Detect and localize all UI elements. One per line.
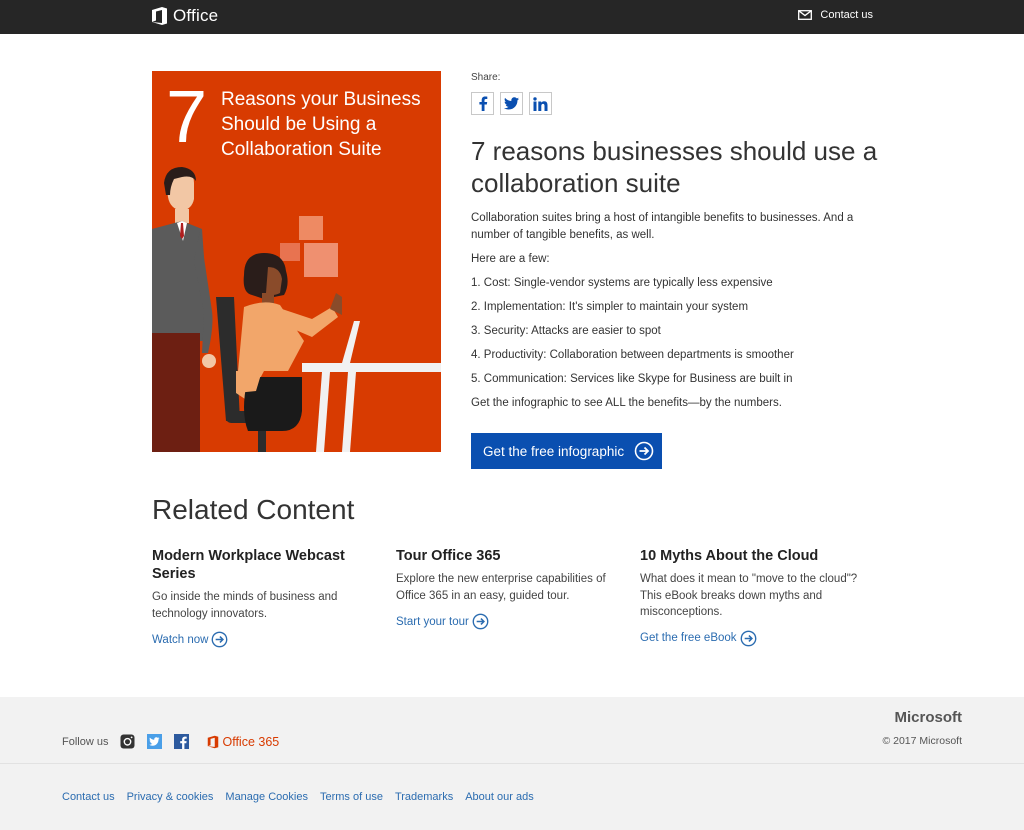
office-logo-icon	[151, 6, 168, 26]
hero-infographic-cover: 7 Reasons your Business Should be Using …	[152, 71, 441, 452]
office365-link[interactable]: Office 365	[207, 735, 279, 749]
card-title: Modern Workplace Webcast Series	[152, 548, 345, 582]
follow-us-label: Follow us	[62, 735, 109, 748]
linkedin-share-button[interactable]	[529, 92, 552, 115]
related-card: Tour Office 365 Explore the new enterpri…	[396, 547, 628, 630]
related-card: Modern Workplace Webcast Series Go insid…	[152, 547, 384, 648]
benefit-item: 2. Implementation: It's simpler to maint…	[471, 301, 749, 313]
twitter-icon	[504, 97, 519, 110]
footer-link-contact[interactable]: Contact us	[62, 791, 115, 803]
footer-link-terms[interactable]: Terms of use	[320, 791, 383, 803]
follow-us: Follow us Office 365	[62, 734, 279, 749]
get-infographic-button[interactable]: Get the free infographic	[471, 433, 662, 469]
share-label: Share:	[471, 72, 501, 83]
facebook-icon[interactable]	[174, 734, 190, 749]
arrow-circle-icon	[634, 441, 654, 461]
article-headline: 7 reasons businesses should use a collab…	[471, 136, 878, 198]
benefit-item: 4. Productivity: Collaboration between d…	[471, 349, 794, 361]
office-logo-icon	[207, 735, 219, 749]
card-title: 10 Myths About the Cloud	[640, 548, 819, 564]
footer-links-bar: Contact us Privacy & cookies Manage Cook…	[0, 763, 1024, 830]
card-title: Tour Office 365	[396, 548, 501, 564]
office365-label: Office 365	[222, 734, 280, 749]
footer-link-manage-cookies[interactable]: Manage Cookies	[225, 791, 308, 803]
get-ebook-link[interactable]: Get the free eBook	[640, 630, 757, 647]
footer-link-about-ads[interactable]: About our ads	[465, 791, 534, 803]
instagram-icon[interactable]	[120, 734, 135, 749]
twitter-icon[interactable]	[147, 734, 163, 749]
card-description: Go inside the minds of business and tech…	[152, 591, 338, 620]
arrow-circle-icon	[211, 631, 228, 648]
linkedin-icon	[533, 96, 548, 111]
card-description: Explore the new enterprise capabilities …	[396, 573, 606, 602]
footer-link-trademarks[interactable]: Trademarks	[395, 791, 453, 803]
arrow-circle-icon	[472, 613, 489, 630]
footer-links: Contact us Privacy & cookies Manage Cook…	[62, 791, 534, 803]
card-description: What does it mean to "move to the cloud"…	[640, 573, 858, 618]
share-buttons	[471, 92, 552, 115]
article-intro: Collaboration suites bring a host of int…	[471, 212, 854, 241]
facebook-icon	[478, 96, 488, 111]
card-link-label: Get the free eBook	[640, 632, 737, 644]
article-here: Here are a few:	[471, 253, 550, 265]
footer-link-privacy[interactable]: Privacy & cookies	[127, 791, 214, 803]
card-link-label: Start your tour	[396, 615, 469, 628]
twitter-share-button[interactable]	[500, 92, 523, 115]
cta-label: Get the free infographic	[483, 443, 625, 459]
related-content-title: Related Content	[152, 494, 355, 525]
benefit-item: 5. Communication: Services like Skype fo…	[471, 373, 793, 385]
benefit-item: 3. Security: Attacks are easier to spot	[471, 325, 661, 337]
hero-illustration	[152, 167, 441, 452]
contact-us-label: Contact us	[820, 9, 873, 21]
footer-social: Follow us Office 365 Microsoft © 2017 Mi…	[0, 697, 1024, 763]
facebook-share-button[interactable]	[471, 92, 494, 115]
office-logo[interactable]: Office	[151, 6, 218, 26]
contact-us-link[interactable]: Contact us	[798, 9, 873, 21]
card-link-label: Watch now	[152, 633, 209, 646]
related-card: 10 Myths About the Cloud What does it me…	[640, 547, 872, 647]
copyright: © 2017 Microsoft	[882, 735, 962, 747]
top-bar: Office Contact us	[0, 0, 1024, 34]
benefit-item: 1. Cost: Single-vendor systems are typic…	[471, 277, 773, 289]
arrow-circle-icon	[740, 630, 757, 647]
start-tour-link[interactable]: Start your tour	[396, 613, 489, 630]
watch-now-link[interactable]: Watch now	[152, 631, 228, 648]
article-outro: Get the infographic to see ALL the benef…	[471, 397, 782, 409]
office-logo-text: Office	[173, 6, 219, 25]
mail-icon	[798, 10, 813, 20]
microsoft-logo[interactable]: Microsoft	[895, 709, 963, 726]
